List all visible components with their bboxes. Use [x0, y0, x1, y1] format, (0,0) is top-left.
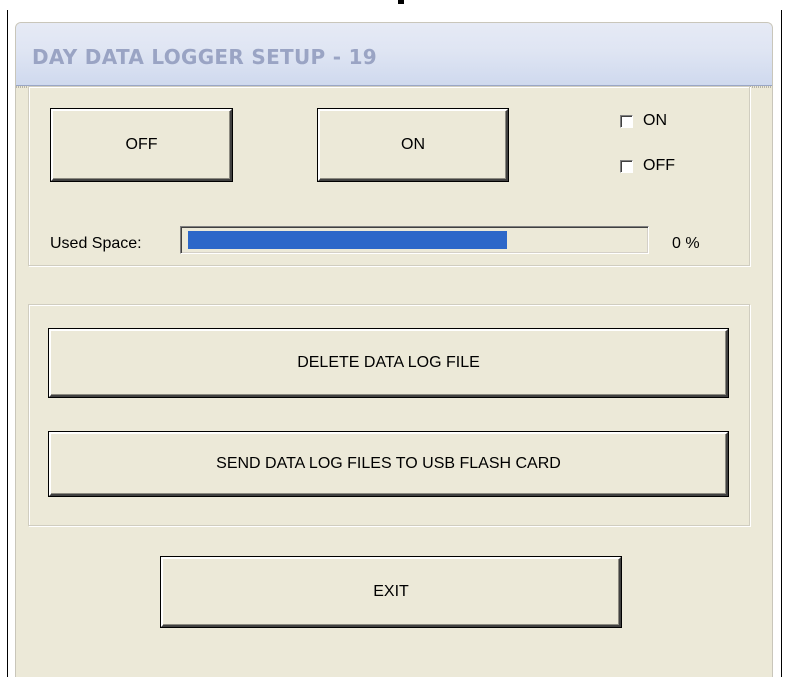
checkbox-off[interactable]: OFF	[620, 157, 675, 175]
used-space-label: Used Space:	[50, 235, 142, 252]
outer-frame-right	[781, 10, 782, 677]
exit-button[interactable]: EXIT	[161, 557, 621, 627]
title-bar[interactable]: DAY DATA LOGGER SETUP - 19	[16, 23, 772, 86]
progress-fill	[188, 231, 507, 249]
off-button[interactable]: OFF	[51, 109, 232, 181]
checkbox-off-label: OFF	[643, 157, 675, 174]
checkbox-off-box[interactable]	[620, 159, 633, 173]
screen: DAY DATA LOGGER SETUP - 19 OFF ON ON OFF…	[0, 0, 790, 677]
checkbox-on-box[interactable]	[620, 114, 633, 128]
delete-data-log-button[interactable]: DELETE DATA LOG FILE	[49, 329, 728, 397]
on-button[interactable]: ON	[318, 109, 508, 181]
window-title: DAY DATA LOGGER SETUP - 19	[32, 45, 378, 69]
top-edge-marker	[398, 0, 404, 4]
send-to-usb-button[interactable]: SEND DATA LOG FILES TO USB FLASH CARD	[49, 432, 728, 496]
used-space-percent: 0 %	[672, 235, 700, 252]
checkbox-on-label: ON	[643, 112, 667, 129]
used-space-progress-bar	[180, 226, 649, 254]
outer-frame-left	[7, 10, 8, 677]
checkbox-on[interactable]: ON	[620, 112, 667, 130]
